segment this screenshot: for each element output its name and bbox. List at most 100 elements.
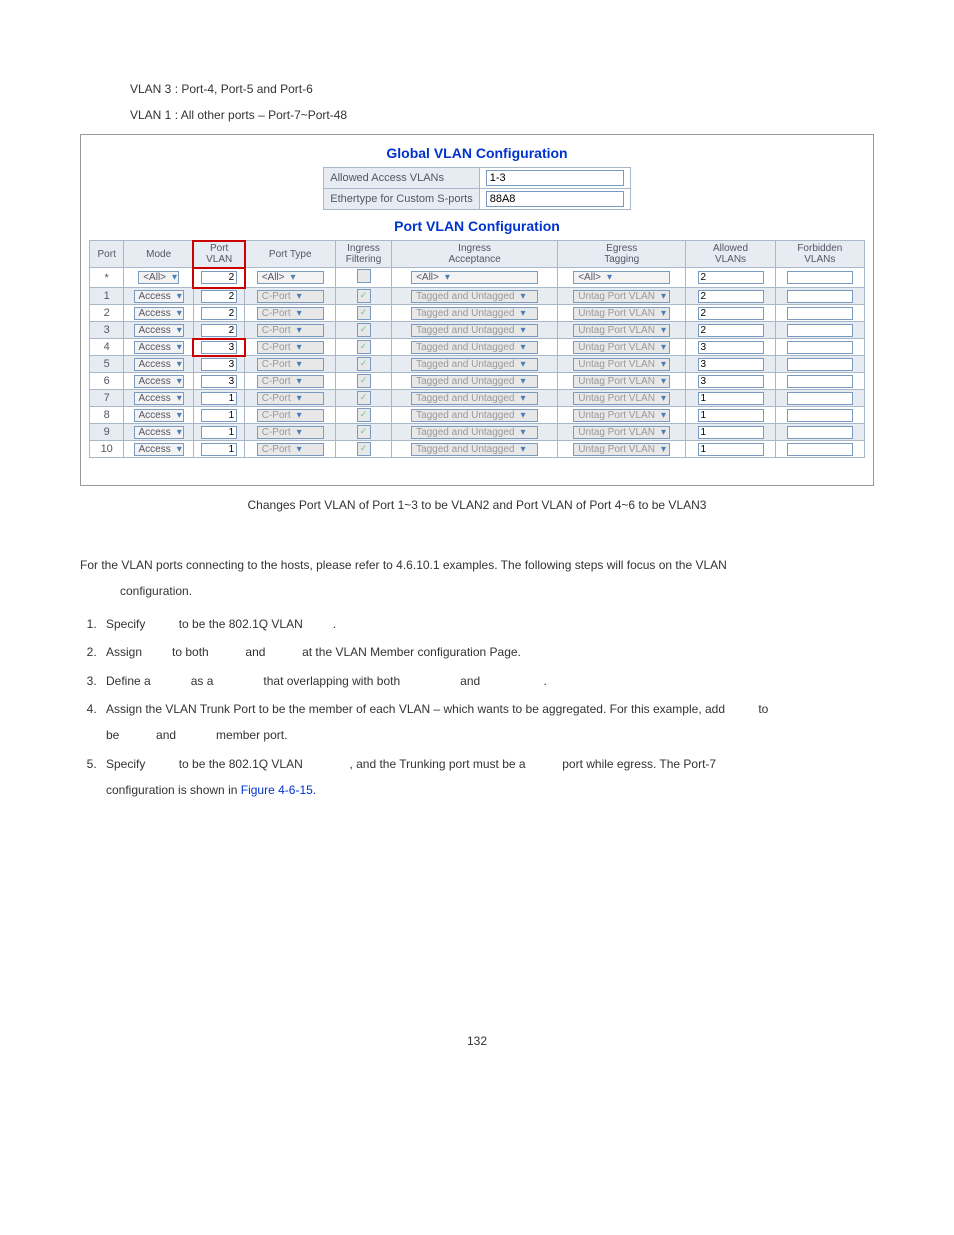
pvlan-input[interactable]	[201, 307, 237, 320]
mode-select[interactable]: Access▾	[134, 426, 184, 439]
pvlan-input[interactable]	[201, 290, 237, 303]
allowed-vlans-input[interactable]	[698, 341, 764, 354]
ingress-filter-checkbox[interactable]: ✓	[357, 408, 371, 422]
mode-select[interactable]: Access▾	[134, 341, 184, 354]
allowed-vlans-input[interactable]	[698, 358, 764, 371]
port-type-select[interactable]: C-Port▾	[257, 307, 324, 320]
chevron-down-icon: ▾	[520, 427, 525, 438]
wc-pvlan-input[interactable]	[201, 271, 237, 284]
ingress-accept-select[interactable]: Tagged and Untagged▾	[411, 341, 538, 354]
ingress-filter-checkbox[interactable]: ✓	[357, 306, 371, 320]
allowed-vlans-input[interactable]	[698, 324, 764, 337]
wc-ptype-select[interactable]: <All>▾	[257, 271, 324, 284]
allowed-access-label: Allowed Access VLANs	[324, 168, 479, 189]
ingress-accept-select[interactable]: Tagged and Untagged▾	[411, 443, 538, 456]
mode-select[interactable]: Access▾	[134, 409, 184, 422]
ingress-filter-checkbox[interactable]: ✓	[357, 340, 371, 354]
ingress-filter-checkbox[interactable]: ✓	[357, 374, 371, 388]
egress-tag-select[interactable]: Untag Port VLAN▾	[573, 375, 670, 388]
pvlan-input[interactable]	[201, 341, 237, 354]
wc-egress-select[interactable]: <All>▾	[573, 271, 670, 284]
mode-select[interactable]: Access▾	[134, 324, 184, 337]
ingress-filter-checkbox[interactable]: ✓	[357, 289, 371, 303]
figure-ref-link[interactable]: Figure 4-6-15.	[241, 783, 316, 797]
port-type-select[interactable]: C-Port▾	[257, 358, 324, 371]
chevron-down-icon: ▾	[177, 359, 182, 370]
wc-iaccept-select[interactable]: <All>▾	[411, 271, 538, 284]
cell-port: 3	[90, 322, 124, 339]
wc-ifilt-checkbox[interactable]	[357, 269, 371, 283]
port-type-select[interactable]: C-Port▾	[257, 341, 324, 354]
ingress-accept-select[interactable]: Tagged and Untagged▾	[411, 426, 538, 439]
lead-line1: For the VLAN ports connecting to the hos…	[80, 552, 874, 578]
allowed-vlans-input[interactable]	[698, 375, 764, 388]
ingress-accept-select[interactable]: Tagged and Untagged▾	[411, 324, 538, 337]
ingress-filter-checkbox[interactable]: ✓	[357, 442, 371, 456]
egress-tag-select[interactable]: Untag Port VLAN▾	[573, 358, 670, 371]
wc-forbidden-input[interactable]	[787, 271, 853, 284]
allowed-vlans-input[interactable]	[698, 426, 764, 439]
forbidden-vlans-input[interactable]	[787, 392, 853, 405]
ingress-filter-checkbox[interactable]: ✓	[357, 391, 371, 405]
allowed-vlans-input[interactable]	[698, 307, 764, 320]
pvlan-input[interactable]	[201, 392, 237, 405]
ingress-accept-select[interactable]: Tagged and Untagged▾	[411, 290, 538, 303]
port-type-select[interactable]: C-Port▾	[257, 290, 324, 303]
allowed-vlans-input[interactable]	[698, 392, 764, 405]
forbidden-vlans-input[interactable]	[787, 375, 853, 388]
ingress-accept-select[interactable]: Tagged and Untagged▾	[411, 358, 538, 371]
table-row: 9Access▾C-Port▾✓Tagged and Untagged▾Unta…	[90, 424, 865, 441]
ingress-filter-checkbox[interactable]: ✓	[357, 323, 371, 337]
forbidden-vlans-input[interactable]	[787, 409, 853, 422]
ethertype-input[interactable]	[486, 191, 624, 207]
forbidden-vlans-input[interactable]	[787, 307, 853, 320]
egress-tag-select[interactable]: Untag Port VLAN▾	[573, 290, 670, 303]
pvlan-input[interactable]	[201, 409, 237, 422]
mode-select[interactable]: Access▾	[134, 443, 184, 456]
wc-allowed-input[interactable]	[698, 271, 764, 284]
pvlan-input[interactable]	[201, 375, 237, 388]
egress-tag-select[interactable]: Untag Port VLAN▾	[573, 307, 670, 320]
wc-mode-select[interactable]: <All>▾	[138, 271, 179, 284]
ingress-accept-select[interactable]: Tagged and Untagged▾	[411, 375, 538, 388]
mode-select[interactable]: Access▾	[134, 358, 184, 371]
allowed-vlans-input[interactable]	[698, 290, 764, 303]
egress-tag-select[interactable]: Untag Port VLAN▾	[573, 324, 670, 337]
ingress-accept-select[interactable]: Tagged and Untagged▾	[411, 392, 538, 405]
allowed-vlans-input[interactable]	[698, 443, 764, 456]
mode-select[interactable]: Access▾	[134, 392, 184, 405]
port-type-select[interactable]: C-Port▾	[257, 409, 324, 422]
forbidden-vlans-input[interactable]	[787, 426, 853, 439]
pvlan-input[interactable]	[201, 426, 237, 439]
mode-select[interactable]: Access▾	[134, 290, 184, 303]
egress-tag-select[interactable]: Untag Port VLAN▾	[573, 443, 670, 456]
mode-select[interactable]: Access▾	[134, 307, 184, 320]
port-type-select[interactable]: C-Port▾	[257, 443, 324, 456]
egress-tag-select[interactable]: Untag Port VLAN▾	[573, 426, 670, 439]
mode-select[interactable]: Access▾	[134, 375, 184, 388]
port-type-select[interactable]: C-Port▾	[257, 375, 324, 388]
ingress-filter-checkbox[interactable]: ✓	[357, 357, 371, 371]
wc-port: *	[90, 268, 124, 288]
pvlan-input[interactable]	[201, 443, 237, 456]
egress-tag-select[interactable]: Untag Port VLAN▾	[573, 392, 670, 405]
allowed-vlans-input[interactable]	[698, 409, 764, 422]
chevron-down-icon: ▾	[177, 376, 182, 387]
forbidden-vlans-input[interactable]	[787, 443, 853, 456]
pvlan-input[interactable]	[201, 358, 237, 371]
port-type-select[interactable]: C-Port▾	[257, 426, 324, 439]
forbidden-vlans-input[interactable]	[787, 341, 853, 354]
egress-tag-select[interactable]: Untag Port VLAN▾	[573, 341, 670, 354]
egress-tag-select[interactable]: Untag Port VLAN▾	[573, 409, 670, 422]
port-type-select[interactable]: C-Port▾	[257, 392, 324, 405]
port-type-select[interactable]: C-Port▾	[257, 324, 324, 337]
forbidden-vlans-input[interactable]	[787, 290, 853, 303]
ingress-accept-select[interactable]: Tagged and Untagged▾	[411, 409, 538, 422]
ingress-accept-select[interactable]: Tagged and Untagged▾	[411, 307, 538, 320]
forbidden-vlans-input[interactable]	[787, 324, 853, 337]
pvlan-input[interactable]	[201, 324, 237, 337]
ingress-filter-checkbox[interactable]: ✓	[357, 425, 371, 439]
port-vlan-title: Port VLAN Configuration	[89, 218, 865, 234]
forbidden-vlans-input[interactable]	[787, 358, 853, 371]
allowed-access-input[interactable]	[486, 170, 624, 186]
